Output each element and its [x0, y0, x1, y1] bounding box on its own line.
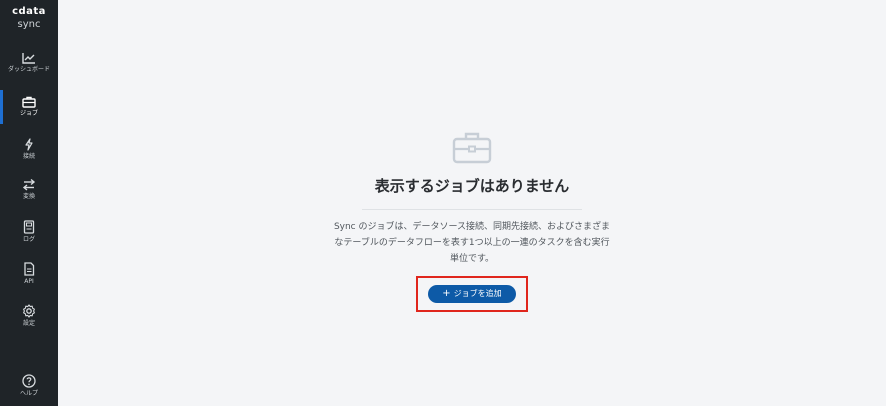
sidebar-item-api[interactable]: API — [0, 262, 58, 286]
chart-icon — [22, 53, 35, 64]
sidebar-item-label: 接続 — [22, 153, 35, 160]
sidebar-item-help[interactable]: ヘルプ — [0, 374, 58, 398]
swap-icon — [22, 178, 36, 191]
log-icon — [23, 220, 35, 234]
sidebar-item-label: ジョブ — [19, 110, 38, 117]
sidebar: cdata sync ダッシュボード ジョブ 接続 変換 ログ API 設定 ヘ… — [0, 0, 58, 406]
add-job-button[interactable]: + ジョブを追加 — [428, 285, 516, 303]
empty-state: 表示するジョブはありません Sync のジョブは、データソース接続、同期先接続、… — [58, 130, 886, 312]
sidebar-item-label: ヘルプ — [19, 390, 38, 397]
sidebar-item-logs[interactable]: ログ — [0, 220, 58, 244]
sidebar-item-dashboard[interactable]: ダッシュボード — [0, 52, 58, 74]
sidebar-item-settings[interactable]: 設定 — [0, 304, 58, 328]
sidebar-item-connections[interactable]: 接続 — [0, 138, 58, 161]
brand-name: cdata — [12, 6, 46, 17]
description-line: Sync のジョブは、データソース接続、同期先接続、およびさまざま — [333, 222, 611, 232]
empty-state-title: 表示するジョブはありません — [374, 177, 570, 195]
product-name: sync — [17, 19, 41, 30]
sidebar-item-label: 設定 — [22, 320, 35, 327]
api-file-icon — [24, 262, 35, 276]
plug-icon — [25, 138, 33, 151]
sidebar-item-label: ログ — [22, 236, 35, 243]
briefcase-icon — [22, 96, 36, 108]
description-line: 単位です。 — [449, 254, 495, 264]
gear-icon — [23, 304, 35, 318]
help-icon — [22, 374, 36, 388]
sidebar-item-transform[interactable]: 変換 — [0, 178, 58, 201]
briefcase-icon — [452, 132, 492, 164]
sidebar-item-label: ダッシュボード — [7, 66, 50, 73]
sidebar-item-label: API — [24, 278, 34, 285]
description-line: なテーブルのデータフローを表す1つ以上の一連のタスクを含む実行 — [334, 238, 610, 248]
add-job-label: ジョブを追加 — [453, 289, 502, 298]
app-root: cdata sync ダッシュボード ジョブ 接続 変換 ログ API 設定 ヘ… — [0, 0, 886, 406]
plus-icon: + — [442, 288, 451, 299]
logo[interactable]: cdata sync — [0, 6, 58, 30]
empty-state-description: Sync のジョブは、データソース接続、同期先接続、およびさまざま なテーブルの… — [302, 219, 642, 267]
sidebar-item-jobs[interactable]: ジョブ — [0, 90, 58, 124]
highlight-box: + ジョブを追加 — [416, 276, 528, 312]
main-content: 表示するジョブはありません Sync のジョブは、データソース接続、同期先接続、… — [58, 0, 886, 406]
divider — [362, 209, 582, 210]
sidebar-item-label: 変換 — [22, 193, 35, 200]
